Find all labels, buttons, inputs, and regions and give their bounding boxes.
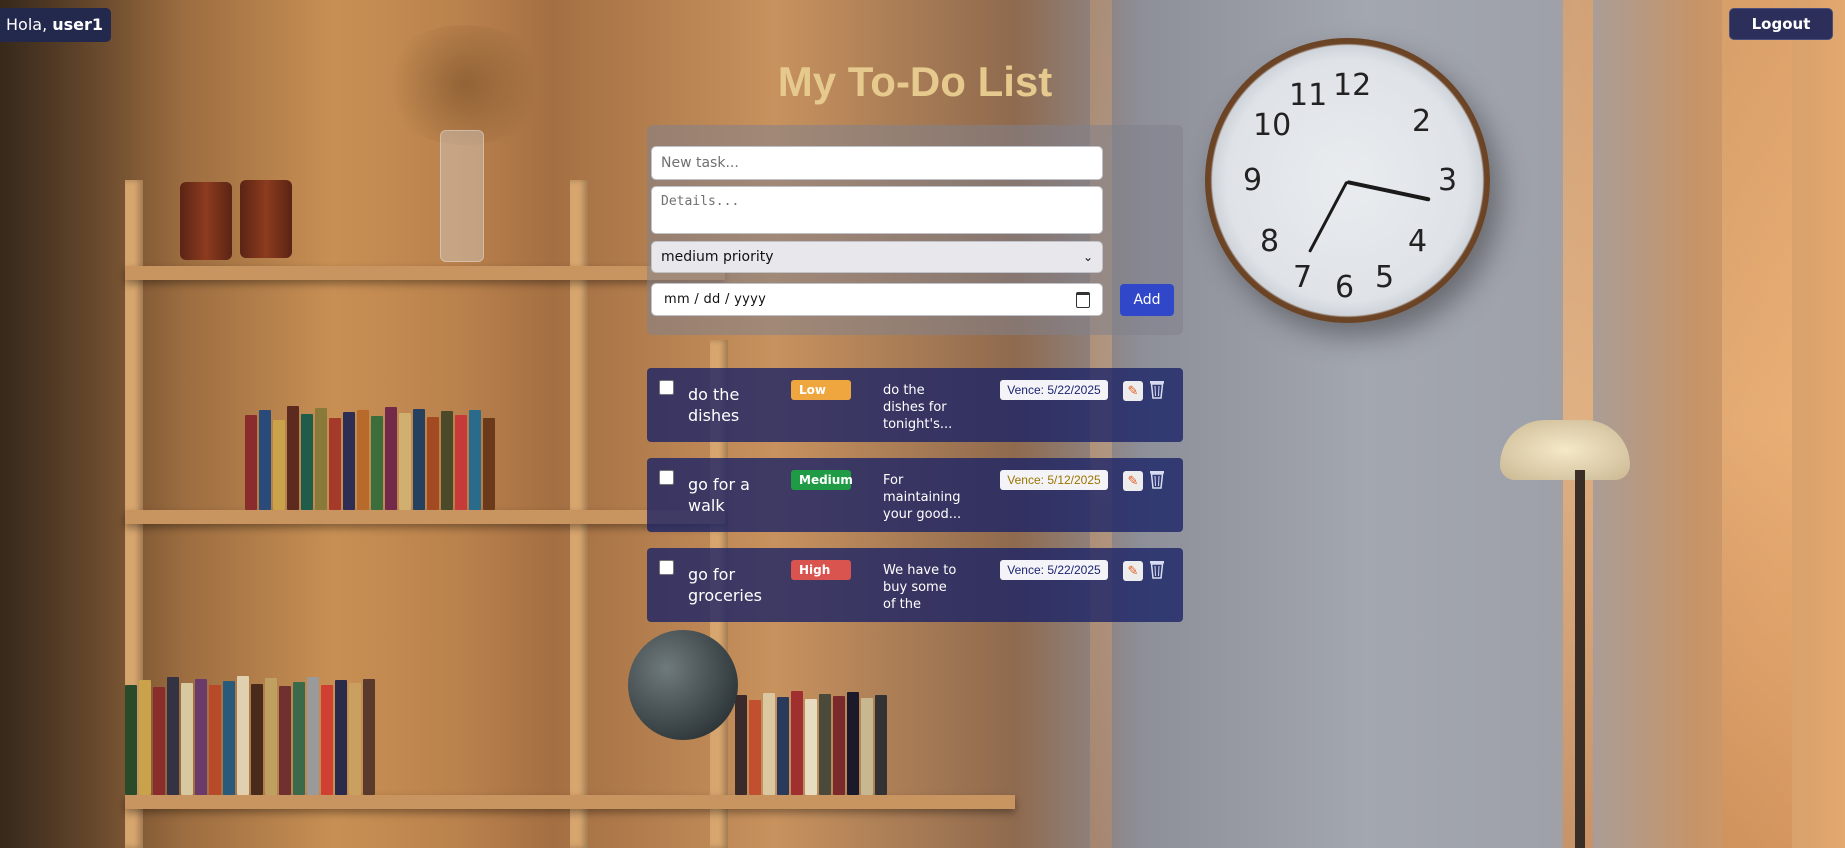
due-date-badge: Vence: 5/22/2025: [1000, 380, 1108, 400]
due-date-badge: Vence: 5/12/2025: [1000, 470, 1108, 490]
priority-select[interactable]: medium priority ⌄: [651, 241, 1103, 273]
task-name: go for a walk: [688, 475, 750, 515]
priority-badge: Low: [791, 380, 851, 400]
task-complete-checkbox[interactable]: [659, 380, 674, 395]
trash-icon[interactable]: [1148, 559, 1166, 579]
priority-badge: High: [791, 560, 851, 580]
task-details-input[interactable]: [651, 186, 1103, 234]
edit-button[interactable]: ✎: [1123, 471, 1143, 491]
task-description: For maintaining your good...: [883, 473, 962, 522]
task-item: go for a walk Medium For maintaining you…: [647, 458, 1183, 532]
page-title: My To-Do List: [777, 58, 1053, 105]
calendar-icon[interactable]: [1076, 291, 1090, 308]
pencil-icon: ✎: [1127, 563, 1139, 579]
trash-icon[interactable]: [1148, 469, 1166, 489]
task-item: do the dishes Low do the dishes for toni…: [647, 368, 1183, 442]
pencil-icon: ✎: [1127, 473, 1139, 489]
edit-button[interactable]: ✎: [1123, 561, 1143, 581]
chevron-down-icon: ⌄: [1082, 250, 1093, 264]
edit-button[interactable]: ✎: [1123, 381, 1143, 401]
task-complete-checkbox[interactable]: [659, 560, 674, 575]
task-name: go for groceries: [688, 565, 763, 605]
due-date-badge: Vence: 5/22/2025: [1000, 560, 1108, 580]
task-name-input[interactable]: [651, 146, 1103, 180]
trash-icon[interactable]: [1148, 379, 1166, 399]
date-placeholder: mm / dd / yyyy: [664, 292, 767, 307]
task-complete-checkbox[interactable]: [659, 470, 674, 485]
task-item: go for groceries High We have to buy som…: [647, 548, 1183, 622]
greeting: Hola, user1: [0, 8, 112, 42]
new-task-form: medium priority ⌄ mm / dd / yyyy Add: [647, 125, 1183, 335]
task-description: We have to buy some of the groceri...: [883, 563, 957, 612]
priority-badge: Medium: [791, 470, 853, 490]
username: user1: [52, 15, 104, 34]
logout-button[interactable]: Logout: [1729, 8, 1833, 40]
task-description: do the dishes for tonight's...: [883, 383, 953, 432]
priority-selected-value: medium priority: [661, 249, 774, 265]
task-name: do the dishes: [688, 385, 740, 425]
pencil-icon: ✎: [1127, 383, 1139, 399]
greeting-prefix: Hola,: [6, 15, 53, 34]
due-date-input[interactable]: mm / dd / yyyy: [651, 283, 1103, 316]
add-task-button[interactable]: Add: [1120, 284, 1174, 316]
